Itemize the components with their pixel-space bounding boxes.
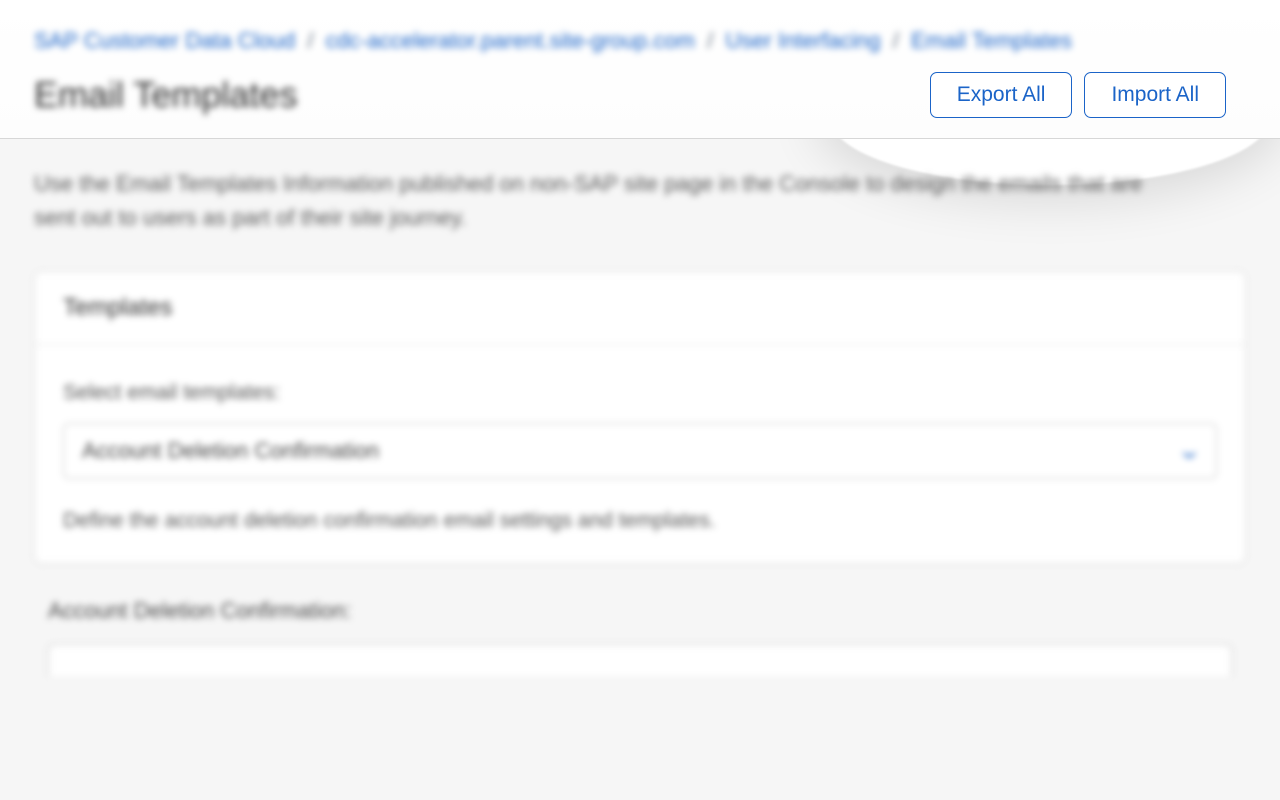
templates-panel: Templates Select email templates: Accoun… xyxy=(34,271,1246,564)
panel-heading: Templates xyxy=(35,272,1245,345)
breadcrumb-item[interactable]: Email Templates xyxy=(911,28,1072,53)
intro-text: Use the Email Templates Information publ… xyxy=(34,167,1184,235)
breadcrumb-item[interactable]: cdc-accelerator.parent.site-group.com xyxy=(326,28,695,53)
page-title: Email Templates xyxy=(34,74,297,116)
account-deletion-field[interactable] xyxy=(48,644,1232,676)
select-value: Account Deletion Confirmation xyxy=(82,438,379,464)
section-label: Account Deletion Confirmation: xyxy=(48,598,1246,624)
select-label: Select email templates: xyxy=(63,381,1217,405)
breadcrumb: SAP Customer Data Cloud / cdc-accelerato… xyxy=(34,28,1246,54)
breadcrumb-sep: / xyxy=(307,28,313,53)
helper-text: Define the account deletion confirmation… xyxy=(63,509,1217,533)
breadcrumb-sep: / xyxy=(893,28,899,53)
breadcrumb-item[interactable]: SAP Customer Data Cloud xyxy=(34,28,295,53)
export-all-button[interactable]: Export All xyxy=(930,72,1073,118)
breadcrumb-item[interactable]: User Interfacing xyxy=(725,28,880,53)
import-all-button[interactable]: Import All xyxy=(1084,72,1226,118)
chevron-down-icon: ⌄ xyxy=(1176,438,1202,464)
breadcrumb-sep: / xyxy=(707,28,713,53)
template-select[interactable]: Account Deletion Confirmation ⌄ xyxy=(63,423,1217,479)
